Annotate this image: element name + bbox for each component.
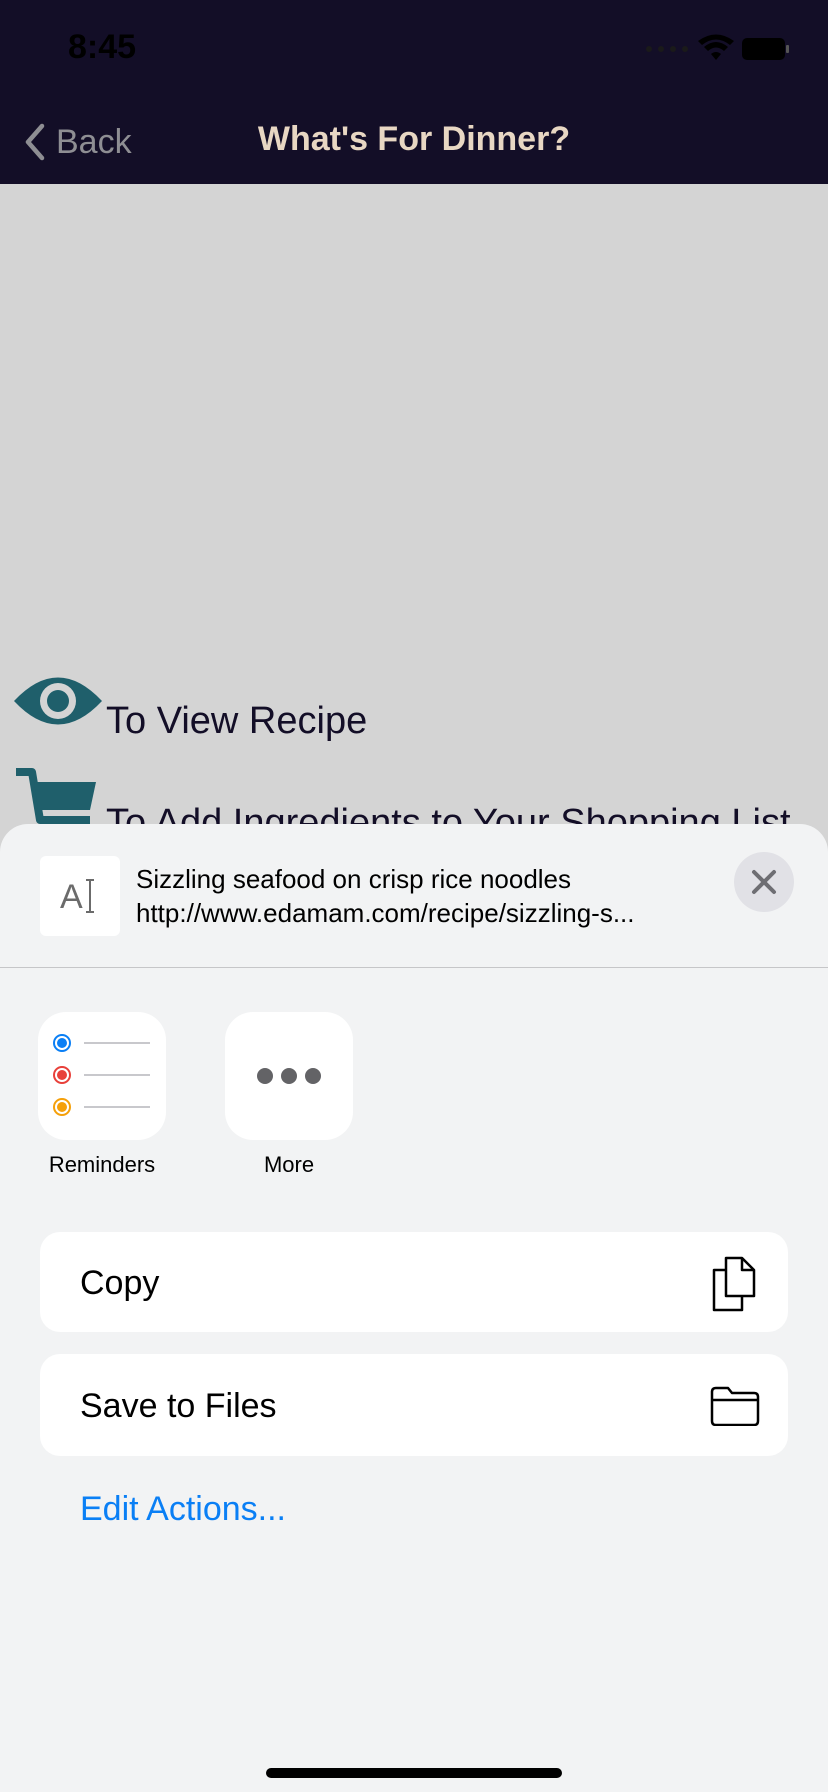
- navigation-bar: Back What's For Dinner?: [0, 100, 828, 184]
- shopping-cart-icon[interactable]: [14, 766, 98, 824]
- more-icon: [257, 1068, 321, 1084]
- reminders-app-button[interactable]: [38, 1012, 166, 1140]
- page-title: What's For Dinner?: [257, 120, 571, 158]
- edit-actions-link[interactable]: Edit Actions...: [80, 1490, 286, 1529]
- text-document-icon: A: [40, 856, 120, 936]
- save-to-files-label: Save to Files: [80, 1387, 277, 1425]
- add-ingredients-label[interactable]: To Add Ingredients to Your Shopping List: [106, 802, 791, 824]
- copy-action-label: Copy: [80, 1264, 160, 1302]
- reminders-icon: [53, 1034, 150, 1116]
- view-recipe-label[interactable]: To View Recipe: [106, 700, 367, 743]
- reminders-app-label: Reminders: [48, 1152, 156, 1177]
- svg-text:A: A: [60, 878, 83, 916]
- more-apps-label: More: [263, 1152, 315, 1177]
- copy-icon: [712, 1256, 756, 1312]
- more-apps-button[interactable]: [225, 1012, 353, 1140]
- eye-icon[interactable]: [12, 670, 104, 732]
- share-sheet: A Sizzling seafood on crisp rice noodles…: [0, 824, 828, 1792]
- save-to-files-action[interactable]: Save to Files: [40, 1354, 788, 1456]
- status-bar: 8:45: [0, 0, 828, 100]
- wifi-icon: [698, 34, 734, 60]
- cellular-signal-icon: [646, 46, 690, 54]
- folder-icon: [710, 1386, 760, 1426]
- close-icon: [752, 870, 776, 894]
- status-time: 8:45: [68, 28, 137, 66]
- share-item-url: http://www.edamam.com/recipe/sizzling-s.…: [136, 898, 635, 928]
- close-button[interactable]: [734, 852, 794, 912]
- share-sheet-header: A Sizzling seafood on crisp rice noodles…: [0, 824, 828, 968]
- battery-icon: [742, 38, 789, 60]
- copy-action[interactable]: Copy: [40, 1232, 788, 1332]
- home-indicator[interactable]: [266, 1768, 562, 1778]
- main-content: To View Recipe To Add Ingredients to You…: [0, 184, 828, 824]
- share-item-title: Sizzling seafood on crisp rice noodles: [136, 864, 572, 894]
